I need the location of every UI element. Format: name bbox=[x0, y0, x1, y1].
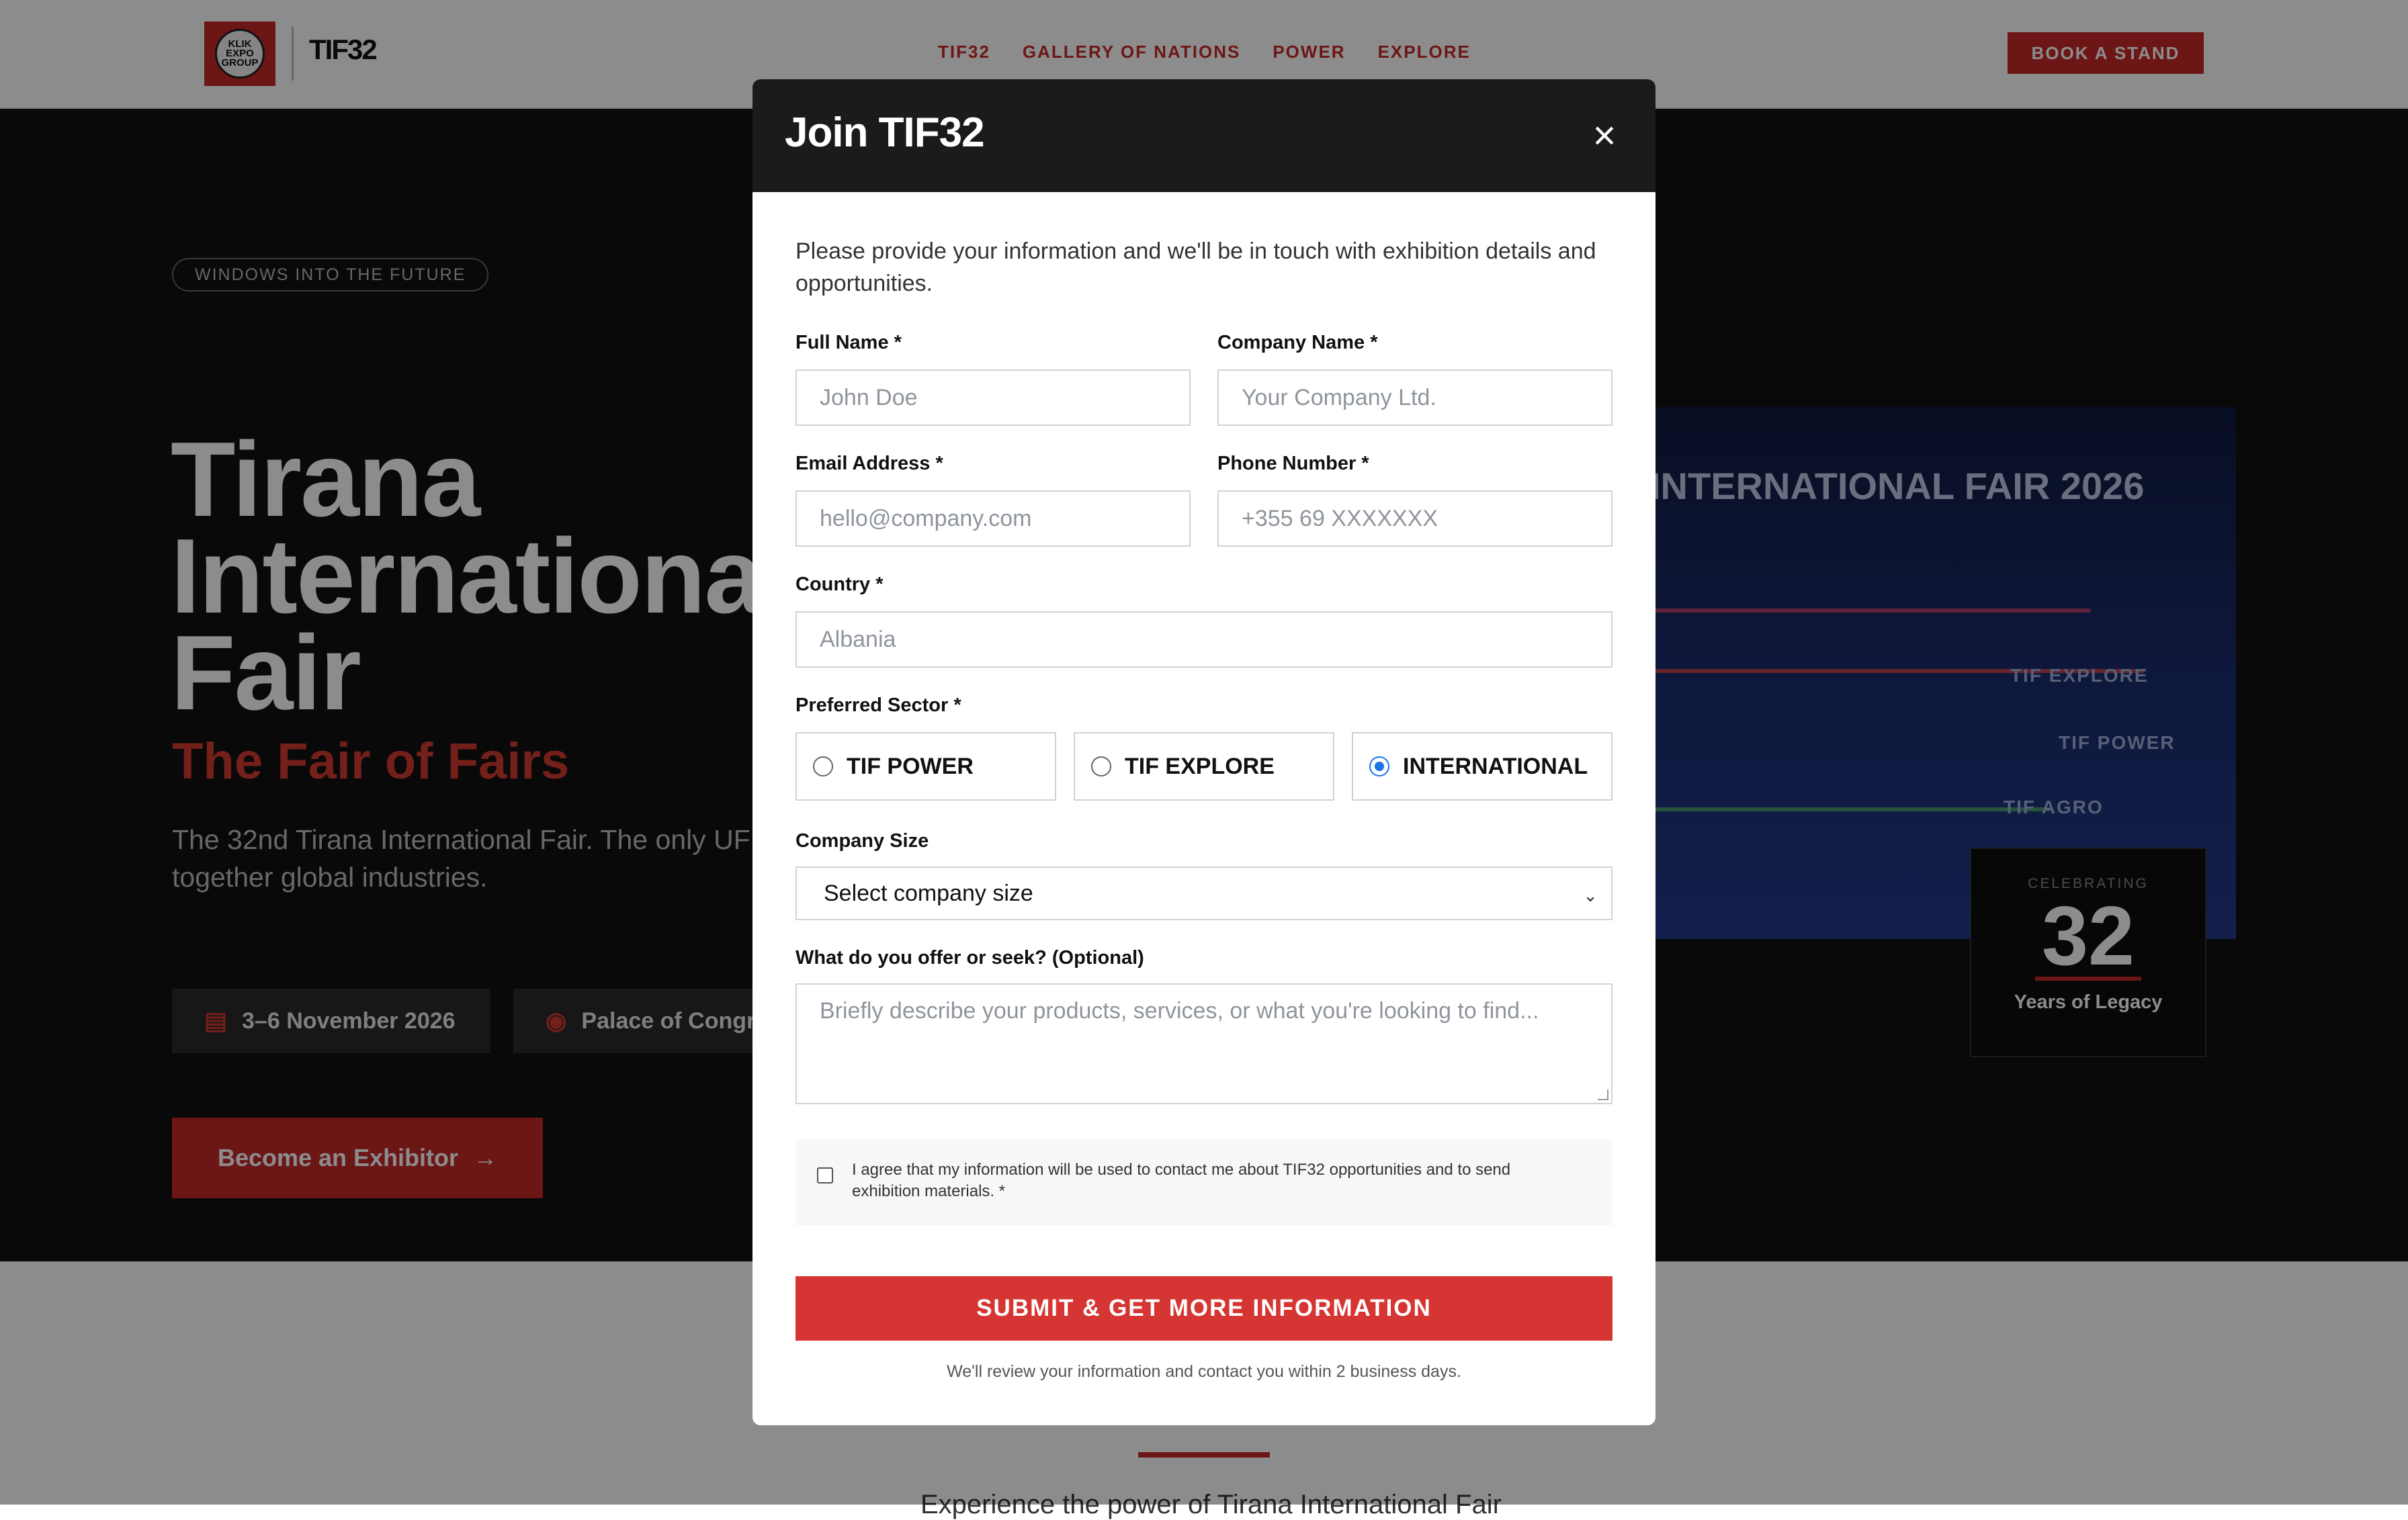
company-name-input[interactable]: Your Company Ltd. bbox=[1217, 369, 1612, 426]
modal-header: Join TIF32 × bbox=[752, 79, 1656, 192]
sector-option-label: TIF POWER bbox=[847, 753, 974, 779]
offer-label: What do you offer or seek? (Optional) bbox=[796, 947, 1144, 969]
sector-option-international[interactable]: INTERNATIONAL bbox=[1352, 732, 1612, 801]
preferred-sector-label: Preferred Sector * bbox=[796, 695, 961, 716]
radio-button[interactable] bbox=[813, 756, 833, 776]
consent-checkbox[interactable] bbox=[817, 1167, 833, 1183]
submit-button[interactable]: SUBMIT & GET MORE INFORMATION bbox=[796, 1276, 1612, 1341]
phone-label: Phone Number * bbox=[1217, 453, 1369, 474]
sector-option-tif-power[interactable]: TIF POWER bbox=[796, 732, 1056, 801]
consent-box: I agree that my information will be used… bbox=[796, 1139, 1612, 1225]
radio-button[interactable] bbox=[1091, 756, 1111, 776]
email-field[interactable]: hello@company.com bbox=[796, 490, 1191, 547]
sector-option-label: TIF EXPLORE bbox=[1125, 753, 1275, 779]
company-name-label: Company Name * bbox=[1217, 332, 1378, 353]
modal-title: Join TIF32 bbox=[785, 109, 985, 156]
radio-button-selected[interactable] bbox=[1369, 756, 1389, 776]
country-input[interactable]: Albania bbox=[796, 611, 1612, 668]
sector-option-tif-explore[interactable]: TIF EXPLORE bbox=[1074, 732, 1334, 801]
close-icon[interactable]: × bbox=[1584, 116, 1625, 156]
chevron-down-icon: ⌄ bbox=[1583, 885, 1598, 905]
country-label: Country * bbox=[796, 574, 884, 595]
resize-handle-icon[interactable] bbox=[1598, 1089, 1608, 1100]
offer-textarea[interactable]: Briefly describe your products, services… bbox=[796, 983, 1612, 1104]
sector-option-label: INTERNATIONAL bbox=[1403, 753, 1588, 779]
submit-note: We'll review your information and contac… bbox=[947, 1362, 1461, 1381]
phone-field[interactable]: +355 69 XXXXXXX bbox=[1217, 490, 1612, 547]
company-size-value: Select company size bbox=[824, 880, 1033, 906]
email-label: Email Address * bbox=[796, 453, 943, 474]
company-size-select[interactable]: Select company size ⌄ bbox=[796, 866, 1612, 920]
offer-placeholder: Briefly describe your products, services… bbox=[820, 998, 1539, 1024]
full-name-label: Full Name * bbox=[796, 332, 902, 353]
full-name-input[interactable]: John Doe bbox=[796, 369, 1191, 426]
join-modal: Join TIF32 × Please provide your informa… bbox=[752, 79, 1656, 1425]
modal-intro: Please provide your information and we'l… bbox=[796, 238, 1596, 296]
company-size-label: Company Size bbox=[796, 830, 929, 852]
consent-text: I agree that my information will be used… bbox=[852, 1161, 1511, 1200]
page: KLIK EXPO GROUP TIF32 TIF32 GALLERY OF N… bbox=[0, 0, 2408, 1519]
